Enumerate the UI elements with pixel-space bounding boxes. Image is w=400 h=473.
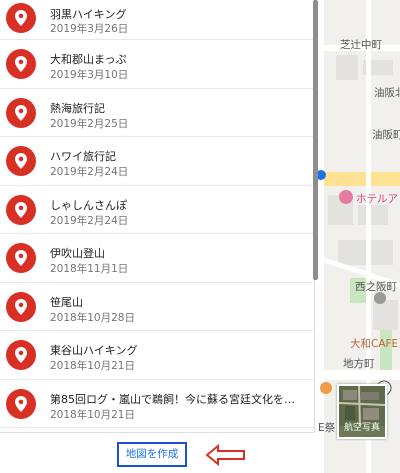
satellite-label: 航空写真 [343, 423, 380, 433]
map-date: 2018年10月28日 [50, 311, 135, 324]
map-list-item[interactable]: 伊吹山登山 2018年11月1日 [0, 234, 315, 283]
list-footer: 地図を作成 [0, 432, 315, 473]
map-pin-icon [6, 3, 36, 33]
map-date: 2019年3月26日 [50, 23, 129, 35]
map-view[interactable]: 芝辻中町 油阪北 油阪町 ホテルア 西之阪町 大和CAFE 地方町 E祭 航空写… [318, 0, 400, 473]
map-title: しゃしんさんぽ [50, 198, 127, 212]
map-pin-icon [6, 97, 36, 128]
map-date: 2018年10月21日 [50, 360, 135, 372]
map-title: 羽黒ハイキング [50, 8, 127, 21]
map-label-kyoto-mark: E祭 [318, 422, 336, 434]
map-title: ハワイ旅行記 [50, 150, 116, 163]
map-pin-icon [6, 243, 36, 273]
map-date: 2019年3月10日 [50, 69, 129, 81]
map-list-panel: 羽黒ハイキング 2019年3月26日 大和郡山まっぷ 2019年3月10日 熱海… [0, 0, 318, 473]
map-label-hotel: ホテルア [356, 193, 398, 205]
map-list-item[interactable]: 笹尾山 2018年10月28日 [0, 283, 315, 331]
map-label-jikata: 地方町 [343, 358, 375, 370]
satellite-toggle-button[interactable]: 航空写真 [337, 384, 387, 439]
map-date: 2019年2月25日 [50, 117, 129, 130]
left-arrow-icon [205, 444, 245, 466]
map-title: 東谷山ハイキング [50, 344, 138, 357]
map-date: 2019年2月24日 [50, 214, 129, 227]
map-date: 2018年10月21日 [50, 408, 135, 421]
map-pin-icon [6, 388, 36, 419]
map-title: 熱海旅行記 [50, 101, 105, 115]
map-list-item[interactable]: 東谷山ハイキング 2018年10月21日 [0, 331, 315, 380]
map-list-item[interactable]: 熱海旅行記 2019年2月25日 [0, 89, 315, 137]
map-title: 第85回ログ・嵐山で鵜飼！今に蘇る宮廷文化を楽し… [50, 392, 305, 406]
map-list: 羽黒ハイキング 2019年3月26日 大和郡山まっぷ 2019年3月10日 熱海… [0, 0, 315, 432]
map-list-item[interactable]: 羽黒ハイキング 2019年3月26日 [0, 0, 315, 40]
map-label-aburasaka: 油阪町 [372, 129, 400, 141]
map-pin-icon [6, 194, 36, 225]
map-list-item[interactable]: しゃしんさんぽ 2019年2月24日 [0, 186, 315, 234]
map-label-aburasaka-kita: 油阪北 [374, 87, 400, 99]
map-date: 2018年11月1日 [50, 263, 129, 275]
create-map-button[interactable]: 地図を作成 [117, 442, 187, 467]
map-pin-icon [6, 291, 36, 322]
map-pin-icon [6, 49, 36, 79]
map-pin-icon [6, 340, 36, 370]
map-label-shibatsuji: 芝辻中町 [340, 39, 382, 51]
map-list-item[interactable]: 大和郡山まっぷ 2019年3月10日 [0, 40, 315, 89]
map-date: 2019年2月24日 [50, 166, 129, 178]
map-pin-icon [6, 146, 36, 176]
map-label-nishi-aburasaka: 西之阪町 [355, 281, 397, 293]
map-list-item[interactable]: 第85回ログ・嵐山で鵜飼！今に蘇る宮廷文化を楽し… 2018年10月21日 [0, 380, 315, 428]
map-list-item[interactable]: ハワイ旅行記 2019年2月24日 [0, 137, 315, 186]
map-label-yamato-cafe: 大和CAFE [350, 338, 399, 350]
map-title: 伊吹山登山 [50, 247, 105, 260]
map-title: 大和郡山まっぷ [50, 53, 127, 66]
map-title: 笹尾山 [50, 295, 83, 309]
